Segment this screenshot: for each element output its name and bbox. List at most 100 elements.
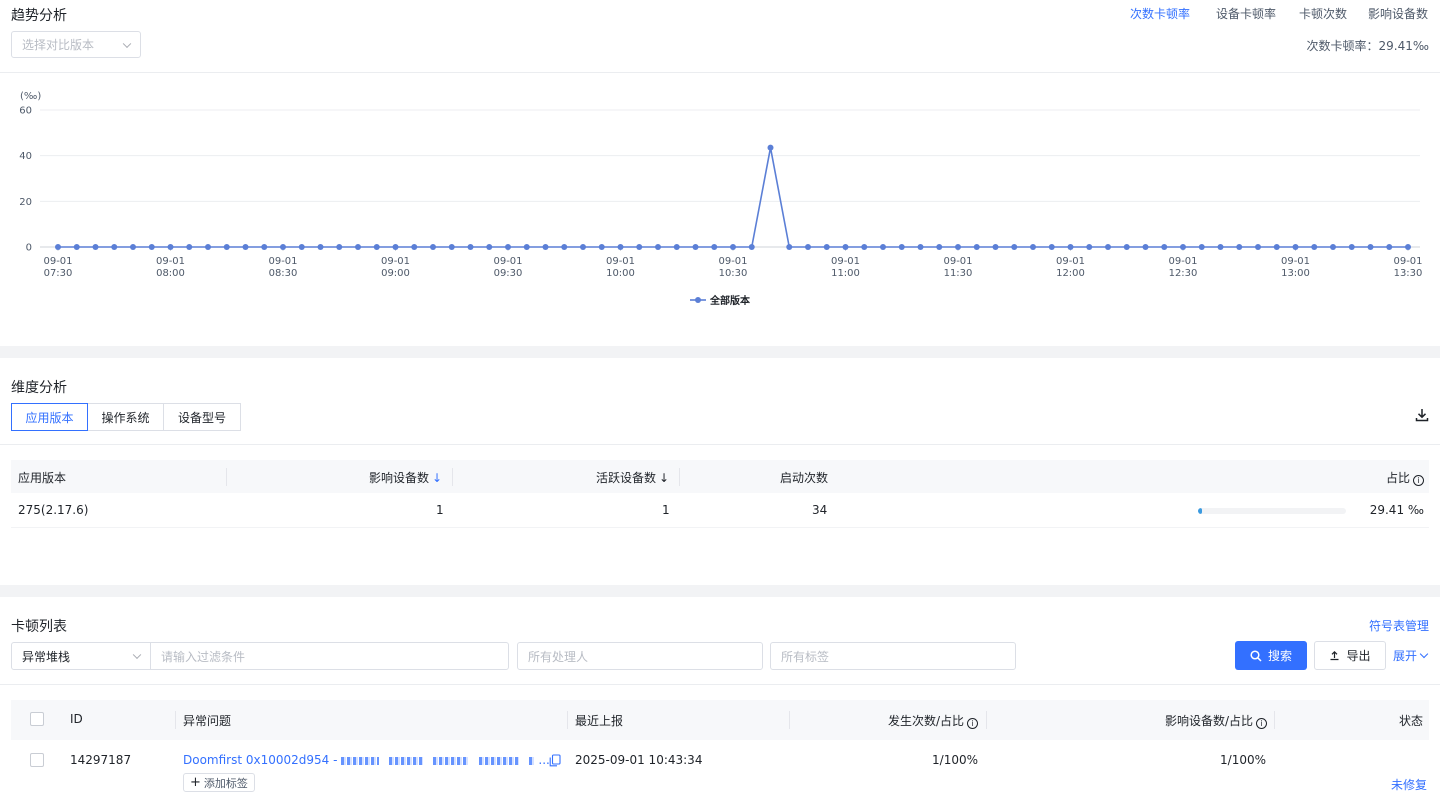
data-point (373, 244, 380, 250)
section-separator (0, 585, 1440, 597)
assignee-placeholder: 所有处理人 (528, 649, 589, 664)
tab-affected-devices[interactable]: 影响设备数 (1368, 5, 1428, 22)
sort-desc-icon[interactable]: ↓ (432, 471, 442, 485)
select-all-checkbox[interactable] (30, 712, 44, 726)
tab-app-version[interactable]: 应用版本 (11, 403, 88, 431)
data-point (580, 244, 586, 250)
row-checkbox[interactable] (30, 753, 44, 767)
legend-label: 全部版本 (709, 294, 751, 307)
upload-icon (1330, 650, 1339, 661)
data-point (730, 244, 736, 250)
dimension-section-title: 维度分析 (11, 380, 67, 396)
tab-stutter-count[interactable]: 卡顿次数 (1299, 5, 1347, 22)
col-affected-devices-ratio: 影响设备数/占比 i (1165, 712, 1267, 729)
x-tick-label-time: 07:30 (44, 268, 73, 279)
filter-condition-input[interactable]: 请输入过滤条件 (150, 642, 509, 670)
x-tick-label-date: 09-01 (268, 256, 297, 267)
ratio-progress-bar (1198, 508, 1346, 514)
data-point (1405, 244, 1411, 250)
col-id: ID (70, 712, 83, 726)
data-point (336, 244, 343, 250)
x-tick-label-time: 10:00 (606, 268, 635, 279)
col-separator (567, 711, 568, 729)
add-tag-button[interactable]: + 添加标签 (183, 773, 255, 792)
filter-type-value: 异常堆栈 (22, 649, 71, 664)
info-icon[interactable]: i (1413, 475, 1424, 486)
search-icon (1250, 649, 1262, 662)
col-app-version: 应用版本 (18, 471, 67, 485)
data-point (880, 244, 886, 250)
data-point (805, 244, 811, 250)
issue-text: Doomfirst 0x10002d954 - (183, 753, 338, 767)
col-active-devices[interactable]: 活跃设备数 ↓ (596, 469, 669, 486)
data-point (1236, 244, 1243, 250)
compare-version-select[interactable]: 选择对比版本 (11, 31, 141, 58)
data-point (317, 244, 324, 250)
x-tick-label-date: 09-01 (1168, 256, 1197, 267)
redacted-text (341, 756, 380, 765)
col-affected-devices[interactable]: 影响设备数 ↓ (369, 469, 442, 486)
dimension-tabs: 应用版本 操作系统 设备型号 (11, 403, 241, 431)
col-affected-devices-ratio-label: 影响设备数/占比 (1164, 714, 1253, 728)
col-separator (986, 711, 987, 729)
data-point (92, 244, 99, 250)
redacted-text (432, 756, 469, 765)
search-button[interactable]: 搜索 (1235, 641, 1307, 670)
data-point (148, 244, 155, 250)
sort-desc-icon[interactable]: ↓ (659, 471, 669, 485)
download-icon[interactable] (1414, 407, 1430, 423)
x-tick-label-time: 13:00 (1281, 268, 1310, 279)
filter-type-select[interactable]: 异常堆栈 (11, 642, 151, 670)
expand-label: 展开 (1393, 649, 1418, 663)
data-point (1273, 244, 1280, 250)
data-point (205, 244, 211, 250)
stutter-section-title: 卡顿列表 (11, 619, 67, 635)
data-point (1123, 244, 1130, 250)
tab-os[interactable]: 操作系统 (88, 403, 164, 431)
dimension-row-divider (11, 527, 1429, 528)
dimension-divider (0, 444, 1440, 445)
data-point (561, 244, 568, 250)
issue-link[interactable]: Doomfirst 0x10002d954 - ... (183, 753, 550, 767)
y-tick-label: 40 (19, 151, 32, 162)
row-active: 1 (662, 503, 670, 517)
tab-device-stutter-rate[interactable]: 设备卡顿率 (1216, 5, 1276, 22)
col-ratio-label: 占比 (1385, 471, 1410, 485)
col-separator (789, 711, 790, 729)
tab-times-stutter-rate[interactable]: 次数卡顿率 (1130, 5, 1190, 22)
data-point (936, 244, 943, 250)
info-icon[interactable]: i (967, 718, 978, 729)
data-point (355, 244, 361, 250)
copy-icon[interactable] (549, 754, 561, 767)
data-point (73, 244, 80, 250)
row-affected: 1 (436, 503, 444, 517)
x-tick-label-date: 09-01 (1393, 256, 1422, 267)
tag-placeholder: 所有标签 (781, 649, 830, 664)
status-badge[interactable]: 未修复 (1391, 776, 1427, 793)
data-point (636, 244, 643, 250)
tab-device-model[interactable]: 设备型号 (164, 403, 241, 431)
dimension-table-header (11, 460, 1429, 493)
col-separator (679, 468, 680, 486)
expand-filters-link[interactable]: 展开 (1393, 647, 1429, 664)
x-tick-label-time: 11:30 (944, 268, 973, 279)
data-point (711, 244, 718, 250)
info-icon[interactable]: i (1256, 718, 1267, 729)
export-button[interactable]: 导出 (1314, 641, 1386, 670)
data-point (673, 244, 680, 250)
data-point (467, 244, 474, 250)
data-point (1386, 244, 1393, 250)
data-point (1105, 244, 1111, 250)
col-affected-devices-label: 影响设备数 (369, 471, 430, 485)
data-point (280, 244, 286, 250)
data-point (992, 244, 999, 250)
assignee-select[interactable]: 所有处理人 (517, 642, 763, 670)
row-devices: 1/100% (1220, 753, 1266, 767)
data-point (448, 244, 455, 250)
x-tick-label-date: 09-01 (1281, 256, 1310, 267)
x-tick-label-date: 09-01 (831, 256, 860, 267)
data-point (130, 244, 136, 250)
symbol-table-link[interactable]: 符号表管理 (1369, 617, 1429, 634)
tag-select[interactable]: 所有标签 (770, 642, 1016, 670)
trend-section-title: 趋势分析 (11, 8, 67, 24)
